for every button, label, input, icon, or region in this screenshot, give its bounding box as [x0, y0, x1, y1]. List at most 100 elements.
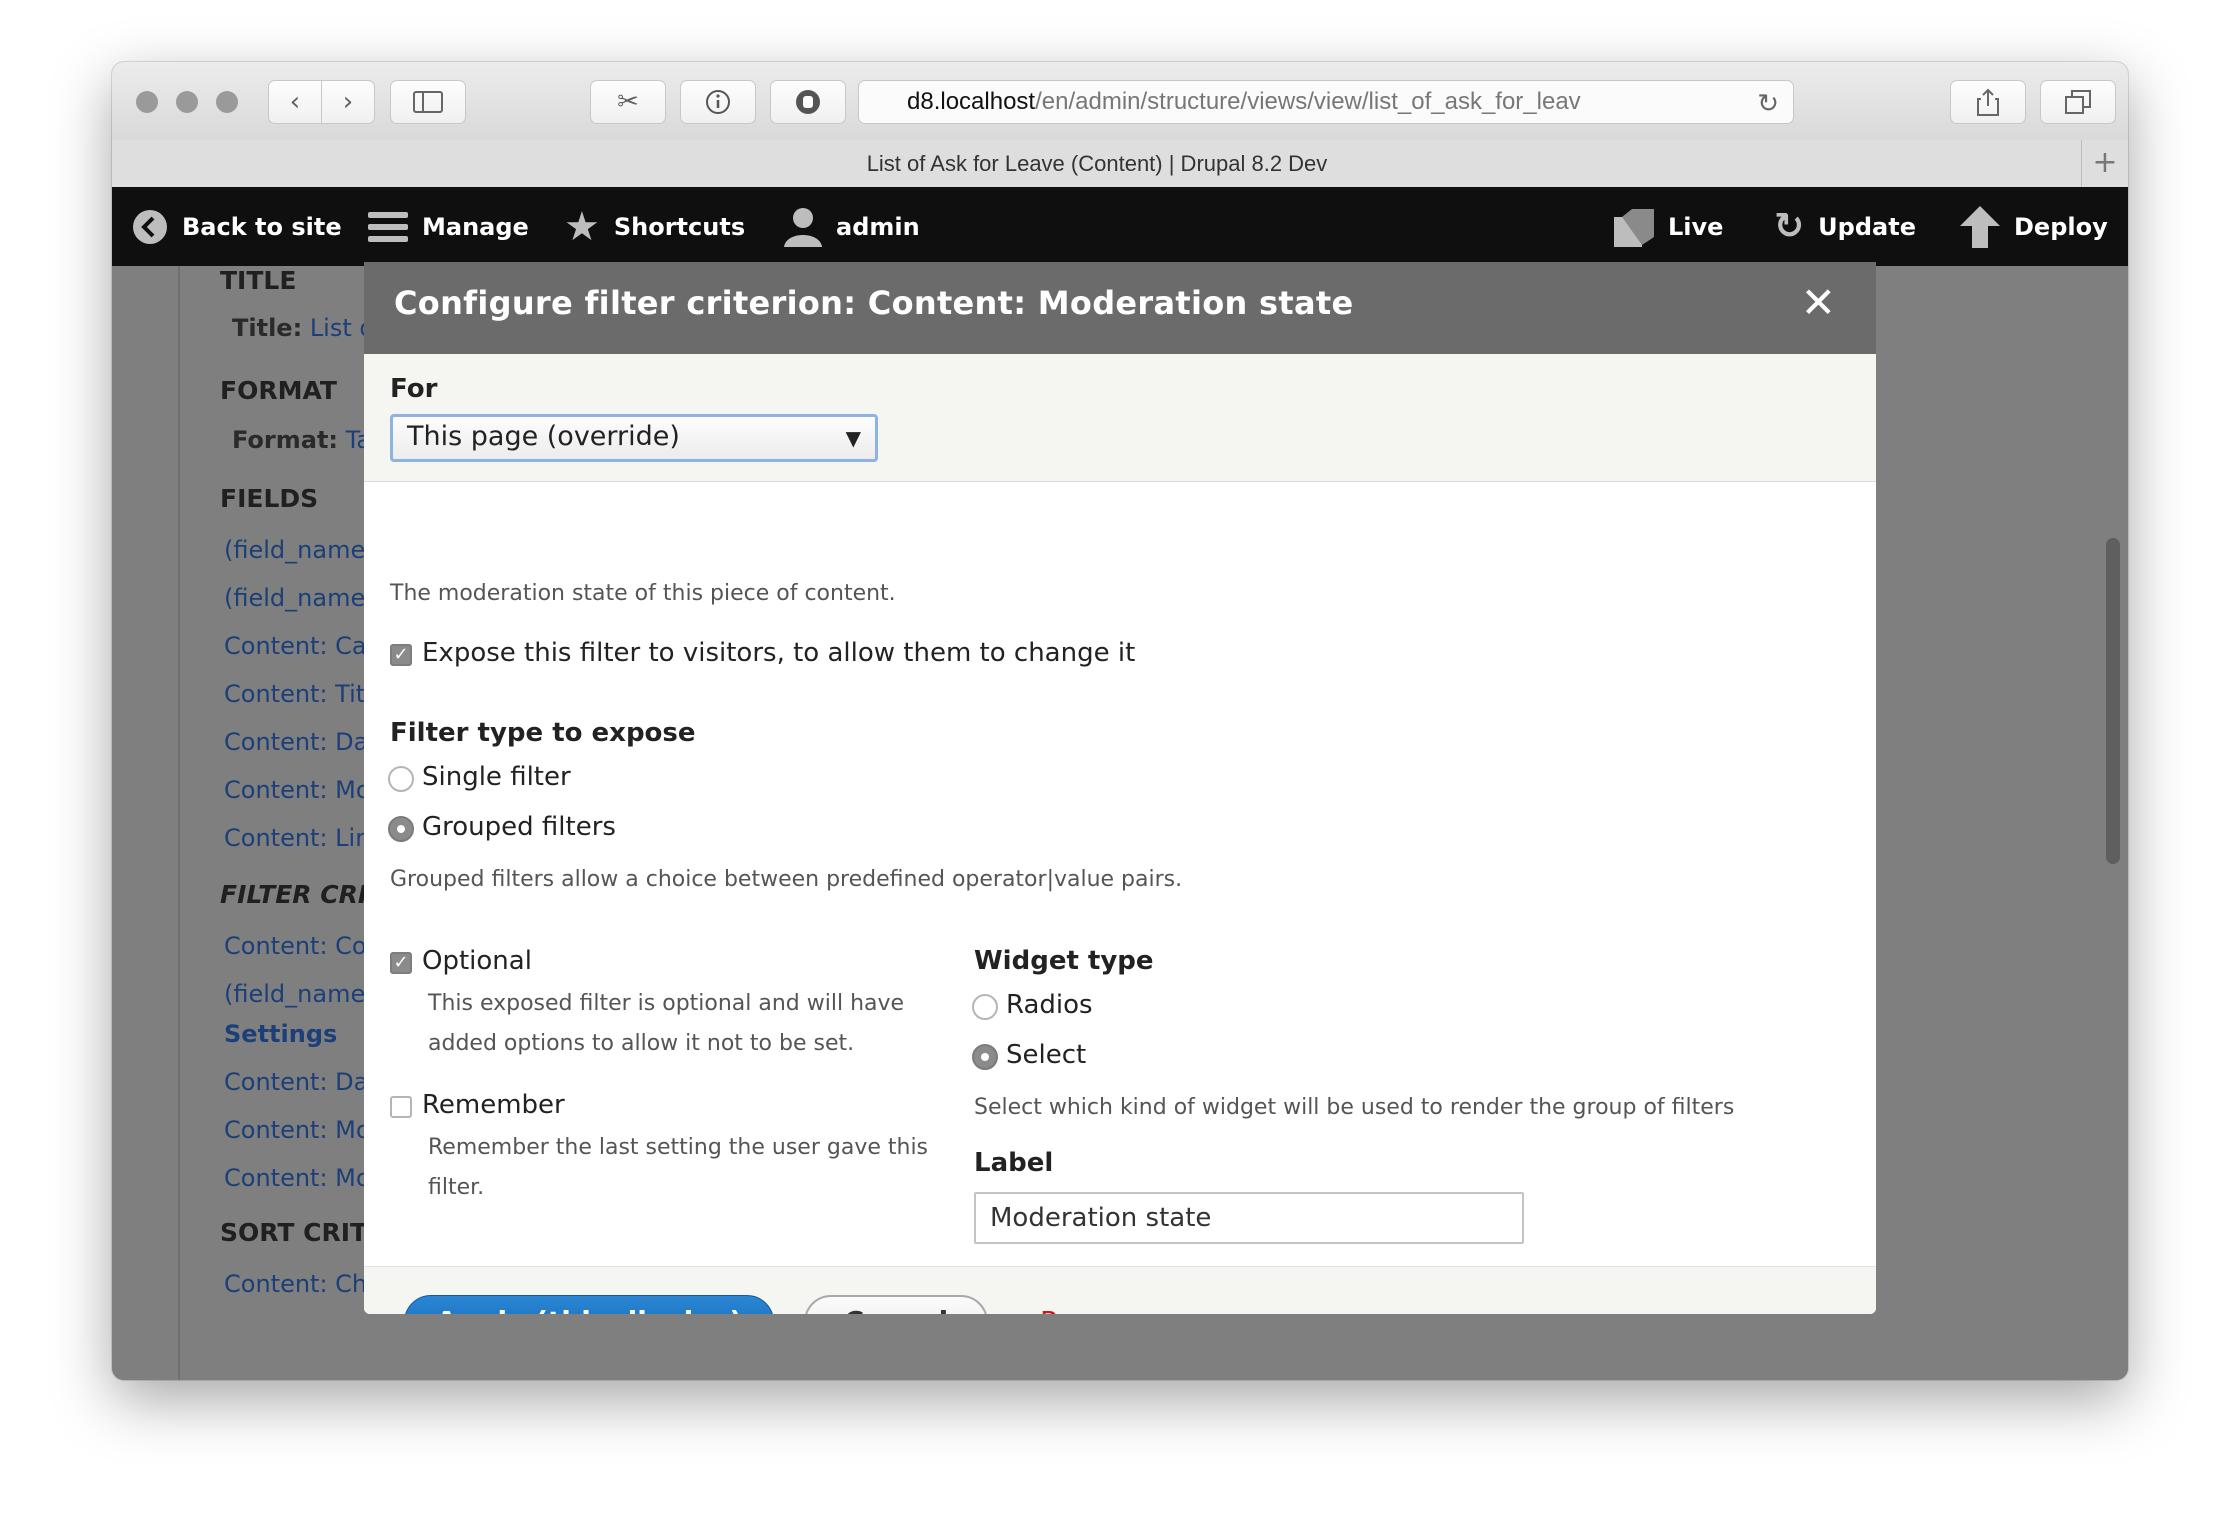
optional-checkbox[interactable]: ✓ — [390, 952, 412, 974]
info-button[interactable] — [680, 80, 756, 124]
for-select-value: This page (override) — [407, 421, 680, 452]
apply-button[interactable]: Apply (this display) — [404, 1295, 774, 1314]
sidebar-button[interactable] — [390, 80, 466, 124]
minimize-window-button[interactable] — [176, 91, 198, 113]
optional-description-line1: This exposed filter is optional and will… — [428, 991, 905, 1016]
label-field-label: Label — [974, 1148, 1054, 1178]
single-filter-radio[interactable] — [388, 766, 414, 792]
bg-field-link[interactable]: Content: Ca — [224, 632, 367, 660]
admin-toolbar: Back to site Manage ★ Shortcuts admin Li… — [112, 187, 2128, 266]
for-label: For — [390, 374, 438, 404]
bg-settings-link[interactable]: Settings — [224, 1020, 337, 1048]
shortcuts-menu[interactable]: ★ Shortcuts — [564, 187, 745, 266]
label-input[interactable]: Moderation state — [974, 1192, 1524, 1244]
user-menu[interactable]: admin — [784, 187, 920, 266]
radios-widget-radio[interactable] — [972, 994, 998, 1020]
filter-description: The moderation state of this piece of co… — [390, 581, 896, 606]
radios-widget-label[interactable]: Radios — [1006, 990, 1093, 1020]
chevron-right-icon: › — [342, 87, 354, 117]
reload-icon[interactable]: ↻ — [1757, 88, 1779, 119]
browser-window: ‹ › ✂ d8.localhost/en/admin/structure/vi… — [112, 62, 2128, 1380]
expose-checkbox[interactable]: ✓ — [390, 644, 412, 666]
share-icon — [1977, 88, 1999, 116]
select-widget-label[interactable]: Select — [1006, 1040, 1086, 1070]
remember-description-line2: filter. — [428, 1175, 485, 1200]
refresh-icon: ↻ — [1774, 206, 1805, 247]
browser-toolbar: ‹ › ✂ d8.localhost/en/admin/structure/vi… — [112, 62, 2128, 141]
page-scrollbar[interactable] — [2106, 538, 2120, 864]
zoom-window-button[interactable] — [216, 91, 238, 113]
tab-title[interactable]: List of Ask for Leave (Content) | Drupal… — [112, 140, 2082, 187]
bg-sort-link[interactable]: Content: Ch — [224, 1270, 367, 1298]
bg-field-link[interactable]: Content: Tit — [224, 680, 365, 708]
back-button[interactable]: ‹ — [268, 80, 322, 124]
live-menu[interactable]: Live — [1614, 187, 1723, 266]
new-tab-button[interactable]: + — [2081, 140, 2128, 187]
chevron-left-icon: ‹ — [289, 87, 301, 117]
manage-menu[interactable]: Manage — [368, 187, 529, 266]
filter-dialog: Configure filter criterion: Content: Mod… — [364, 262, 1876, 1314]
grouped-filters-label[interactable]: Grouped filters — [422, 812, 616, 842]
bg-filter-link[interactable]: Content: Co — [224, 932, 367, 960]
dialog-actions: Apply (this display) Cancel Remove — [364, 1266, 1876, 1314]
bg-filter-link[interactable]: Content: Mo — [224, 1164, 371, 1192]
update-label: Update — [1818, 212, 1916, 241]
deploy-menu[interactable]: Deploy — [1960, 187, 2108, 266]
bg-field-link[interactable]: (field_name: — [224, 584, 373, 612]
widget-type-description: Select which kind of widget will be used… — [974, 1095, 1735, 1120]
bg-field-link[interactable]: Content: Lin — [224, 824, 370, 852]
user-label: admin — [836, 212, 920, 241]
address-bar[interactable]: d8.localhost/en/admin/structure/views/vi… — [858, 80, 1794, 124]
bg-title-row: Title: List o — [232, 314, 374, 342]
workspace-icon — [1614, 208, 1654, 247]
upload-arrow-icon — [1960, 205, 2000, 248]
forward-button[interactable]: › — [321, 80, 375, 124]
cancel-button[interactable]: Cancel — [804, 1295, 988, 1314]
bg-sort-heading: SORT CRIT — [220, 1218, 368, 1247]
dropdown-arrow-icon: ▼ — [845, 426, 861, 450]
bg-filter-link[interactable]: (field_name: — [224, 980, 373, 1008]
bg-format-heading: FORMAT — [220, 376, 337, 405]
user-icon — [784, 207, 822, 247]
optional-label[interactable]: Optional — [422, 946, 532, 976]
dialog-title: Configure filter criterion: Content: Mod… — [394, 284, 1354, 322]
expose-label[interactable]: Expose this filter to visitors, to allow… — [422, 638, 1135, 668]
dialog-titlebar: Configure filter criterion: Content: Mod… — [364, 262, 1876, 354]
remove-link[interactable]: Remove — [1040, 1305, 1154, 1314]
bg-filter-heading: FILTER CRI — [220, 880, 368, 909]
bg-field-link[interactable]: (field_name: — [224, 536, 373, 564]
bg-field-link[interactable]: Content: Mo — [224, 776, 371, 804]
live-label: Live — [1668, 212, 1724, 241]
close-window-button[interactable] — [136, 91, 158, 113]
share-button[interactable] — [1950, 80, 2026, 124]
back-to-site-label: Back to site — [182, 212, 342, 241]
hand-stop-icon — [796, 90, 820, 114]
extension-button[interactable] — [770, 80, 846, 124]
update-menu[interactable]: ↻ Update — [1774, 187, 1916, 266]
tabs-icon — [2065, 90, 2091, 114]
remember-description-line1: Remember the last setting the user gave … — [428, 1135, 929, 1160]
single-filter-label[interactable]: Single filter — [422, 762, 571, 792]
url-host: d8.localhost — [907, 88, 1036, 115]
grouped-filters-radio[interactable] — [388, 816, 414, 842]
select-widget-radio[interactable] — [972, 1044, 998, 1070]
close-icon[interactable]: ✕ — [1801, 278, 1836, 327]
clip-button[interactable]: ✂ — [590, 80, 666, 124]
for-select[interactable]: This page (override) ▼ — [390, 414, 878, 462]
bg-fields-heading: FIELDS — [220, 484, 319, 513]
back-to-site-link[interactable]: Back to site — [132, 187, 342, 266]
info-icon — [706, 90, 730, 114]
bg-field-link[interactable]: Content: Da — [224, 728, 368, 756]
remember-label[interactable]: Remember — [422, 1090, 565, 1120]
bg-format-row: Format: Ta — [232, 426, 371, 454]
url-path: /en/admin/structure/views/view/list_of_a… — [1035, 88, 1581, 115]
scissors-icon: ✂ — [617, 87, 639, 117]
star-icon: ★ — [564, 203, 600, 250]
remember-checkbox[interactable] — [390, 1096, 412, 1118]
bg-filter-link[interactable]: Content: Da — [224, 1068, 368, 1096]
tabs-overview-button[interactable] — [2040, 80, 2116, 124]
bg-filter-link[interactable]: Content: Mo — [224, 1116, 371, 1144]
sidebar-icon — [413, 91, 443, 113]
filter-type-label: Filter type to expose — [390, 718, 696, 748]
plus-icon: + — [2092, 145, 2118, 180]
